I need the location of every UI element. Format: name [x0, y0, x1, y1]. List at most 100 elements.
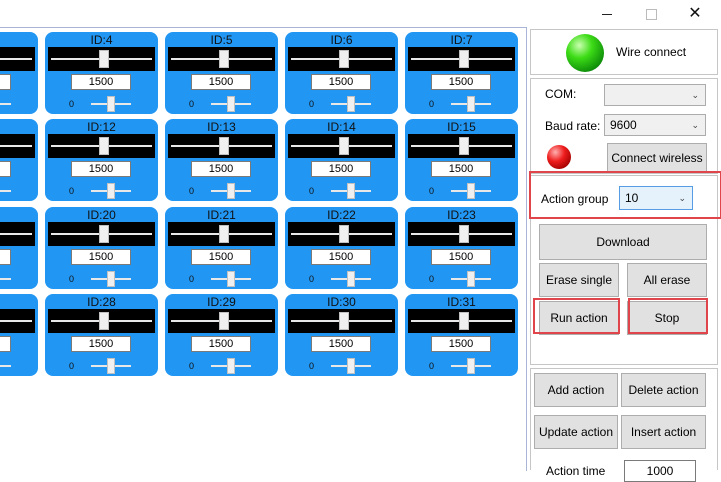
fine-slider[interactable] [451, 358, 491, 374]
slider-thumb[interactable] [99, 50, 109, 68]
position-input[interactable]: 1500 [191, 249, 251, 265]
servo-slider[interactable] [288, 309, 395, 333]
slider-thumb[interactable] [339, 312, 349, 330]
position-input[interactable]: 1500 [71, 74, 131, 90]
fine-slider[interactable] [331, 96, 371, 112]
fine-slider-thumb[interactable] [107, 183, 115, 199]
position-input[interactable]: 1500 [311, 161, 371, 177]
fine-slider-thumb[interactable] [467, 183, 475, 199]
slider-thumb[interactable] [219, 50, 229, 68]
fine-slider[interactable] [451, 183, 491, 199]
servo-slider[interactable] [48, 309, 155, 333]
fine-slider[interactable] [0, 183, 11, 199]
position-input[interactable]: 1500 [431, 74, 491, 90]
position-input[interactable]: 1500 [71, 161, 131, 177]
fine-slider[interactable] [91, 271, 131, 287]
servo-slider[interactable] [168, 134, 275, 158]
insert-action-button[interactable]: Insert action [621, 415, 706, 449]
fine-slider-thumb[interactable] [227, 271, 235, 287]
position-input[interactable]: 1500 [191, 74, 251, 90]
connect-wireless-button[interactable]: Connect wireless [607, 143, 707, 173]
servo-slider[interactable] [0, 222, 35, 246]
fine-slider[interactable] [0, 358, 11, 374]
add-action-button[interactable]: Add action [534, 373, 618, 407]
fine-slider[interactable] [331, 271, 371, 287]
position-input[interactable]: 1500 [191, 336, 251, 352]
slider-thumb[interactable] [219, 225, 229, 243]
baud-rate-select[interactable]: 9600 ⌄ [604, 114, 706, 136]
position-input[interactable]: 1500 [71, 249, 131, 265]
position-input[interactable]: 1500 [311, 336, 371, 352]
slider-thumb[interactable] [99, 137, 109, 155]
minimize-button[interactable] [584, 0, 630, 28]
servo-slider[interactable] [48, 222, 155, 246]
fine-slider-thumb[interactable] [347, 358, 355, 374]
delete-action-button[interactable]: Delete action [621, 373, 706, 407]
fine-slider[interactable] [211, 96, 251, 112]
fine-slider[interactable] [451, 96, 491, 112]
com-select[interactable]: ⌄ [604, 84, 706, 106]
stop-button[interactable]: Stop [627, 301, 707, 335]
servo-slider[interactable] [408, 47, 515, 71]
position-input[interactable]: 1500 [0, 74, 11, 90]
servo-slider[interactable] [288, 134, 395, 158]
close-button[interactable]: ✕ [672, 0, 718, 28]
fine-slider-thumb[interactable] [107, 96, 115, 112]
position-input[interactable]: 1500 [431, 336, 491, 352]
servo-slider[interactable] [48, 134, 155, 158]
run-action-button[interactable]: Run action [539, 301, 619, 335]
servo-slider[interactable] [0, 309, 35, 333]
servo-slider[interactable] [288, 47, 395, 71]
fine-slider[interactable] [331, 358, 371, 374]
fine-slider[interactable] [0, 96, 11, 112]
maximize-button[interactable] [628, 0, 674, 28]
servo-slider[interactable] [0, 47, 35, 71]
action-group-select[interactable]: 10 ⌄ [619, 186, 693, 210]
slider-thumb[interactable] [459, 137, 469, 155]
slider-thumb[interactable] [99, 225, 109, 243]
fine-slider-thumb[interactable] [227, 183, 235, 199]
position-input[interactable]: 1500 [311, 74, 371, 90]
servo-slider[interactable] [0, 134, 35, 158]
fine-slider-thumb[interactable] [107, 358, 115, 374]
fine-slider[interactable] [91, 96, 131, 112]
fine-slider[interactable] [331, 183, 371, 199]
position-input[interactable]: 1500 [0, 161, 11, 177]
position-input[interactable]: 1500 [431, 161, 491, 177]
slider-thumb[interactable] [459, 50, 469, 68]
fine-slider-thumb[interactable] [467, 96, 475, 112]
slider-thumb[interactable] [219, 137, 229, 155]
position-input[interactable]: 1500 [191, 161, 251, 177]
slider-thumb[interactable] [339, 50, 349, 68]
servo-slider[interactable] [408, 222, 515, 246]
servo-slider[interactable] [168, 47, 275, 71]
slider-thumb[interactable] [339, 137, 349, 155]
fine-slider-thumb[interactable] [107, 271, 115, 287]
fine-slider[interactable] [0, 271, 11, 287]
servo-slider[interactable] [168, 309, 275, 333]
update-action-button[interactable]: Update action [534, 415, 618, 449]
fine-slider[interactable] [91, 183, 131, 199]
position-input[interactable]: 1500 [431, 249, 491, 265]
fine-slider[interactable] [211, 358, 251, 374]
fine-slider[interactable] [211, 183, 251, 199]
position-input[interactable]: 1500 [311, 249, 371, 265]
slider-thumb[interactable] [99, 312, 109, 330]
fine-slider-thumb[interactable] [347, 271, 355, 287]
fine-slider-thumb[interactable] [467, 271, 475, 287]
position-input[interactable]: 1500 [0, 336, 11, 352]
slider-thumb[interactable] [459, 225, 469, 243]
erase-single-button[interactable]: Erase single [539, 263, 619, 297]
fine-slider-thumb[interactable] [227, 96, 235, 112]
fine-slider-thumb[interactable] [227, 358, 235, 374]
fine-slider[interactable] [211, 271, 251, 287]
fine-slider[interactable] [451, 271, 491, 287]
position-input[interactable]: 1500 [71, 336, 131, 352]
fine-slider-thumb[interactable] [467, 358, 475, 374]
fine-slider-thumb[interactable] [347, 96, 355, 112]
slider-thumb[interactable] [219, 312, 229, 330]
servo-slider[interactable] [408, 134, 515, 158]
all-erase-button[interactable]: All erase [627, 263, 707, 297]
position-input[interactable]: 1500 [0, 249, 11, 265]
fine-slider-thumb[interactable] [347, 183, 355, 199]
